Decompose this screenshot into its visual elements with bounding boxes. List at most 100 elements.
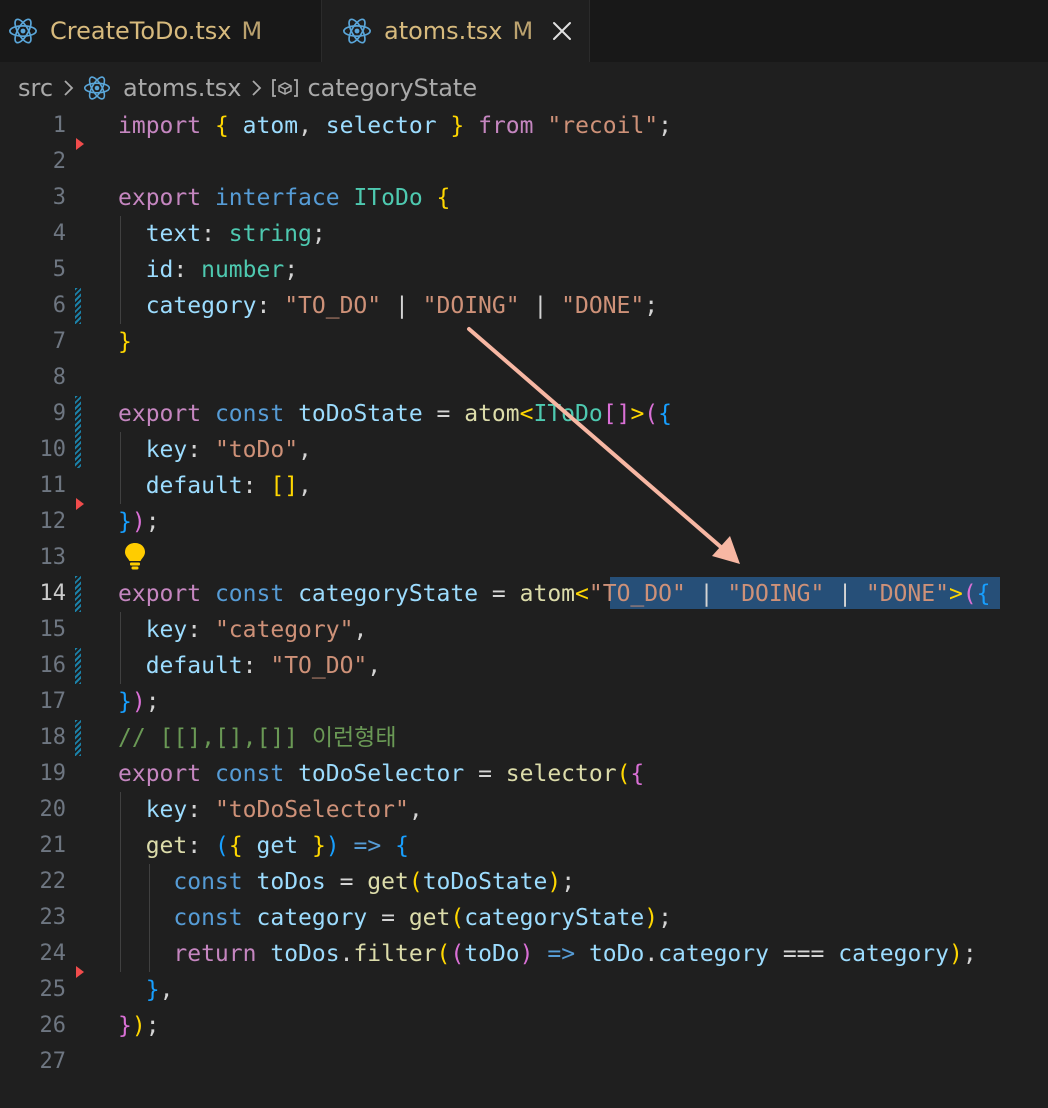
code-token: === [768, 941, 839, 967]
line-number: 13 [39, 545, 67, 570]
code-line[interactable]: 18 // [[],[],[]] 이런형태 [0, 720, 1048, 756]
code-token: , [353, 617, 368, 643]
code-token: , [159, 977, 174, 1003]
code-token: ) [519, 941, 534, 967]
code-line[interactable]: 7} [0, 324, 1048, 360]
code-token: const [214, 761, 285, 787]
code-token: : [242, 473, 271, 499]
code-token: ( [962, 581, 977, 607]
code-line[interactable]: 19 export const toDoSelector = selector({ [0, 756, 1048, 792]
breadcrumb-folder[interactable]: src [18, 74, 53, 102]
code-text: get: ({ get }) => { [118, 828, 409, 864]
code-line[interactable]: 6 category: "TO_DO" | "DOING" | "DONE"; [0, 288, 1048, 324]
code-line[interactable]: 15 key: "category", [0, 612, 1048, 648]
tab-createtodo[interactable]: CreateToDo.tsx M [0, 0, 322, 62]
code-token: : [173, 257, 202, 283]
code-line[interactable]: 23 const category = get(categoryState); [0, 900, 1048, 936]
code-line[interactable]: 24 return toDos.filter((toDo) => toDo.ca… [0, 936, 1048, 972]
code-token: : [242, 653, 271, 679]
code-line[interactable]: 21 get: ({ get }) => { [0, 828, 1048, 864]
breadcrumb-file[interactable]: atoms.tsx [123, 74, 241, 102]
code-text: return toDos.filter((toDo) => toDo.categ… [118, 936, 976, 972]
code-token: : [187, 833, 215, 859]
code-token: const [173, 869, 243, 895]
code-token: } [311, 833, 326, 859]
code-line[interactable]: 12}); [0, 504, 1048, 540]
code-line[interactable]: 8 [0, 360, 1048, 396]
code-token: category [658, 941, 769, 967]
code-token: { [395, 833, 409, 859]
code-line[interactable]: 27 [0, 1044, 1048, 1080]
code-token: , [367, 653, 382, 679]
code-line[interactable]: 14 export const categoryState = atom<"TO_… [0, 576, 1048, 612]
tab-bar: CreateToDo.tsx M atoms.tsx M [0, 0, 1048, 62]
code-token: export [118, 581, 202, 607]
code-token: } [118, 509, 132, 535]
code-token: // [[],[],[]] 이런형태 [118, 725, 397, 751]
code-text: } [118, 324, 132, 360]
code-token: toDoState [422, 869, 548, 895]
line-number: 1 [52, 113, 66, 138]
code-token: { [214, 113, 229, 139]
code-token: } [118, 689, 132, 715]
code-token: [] [602, 401, 631, 427]
line-number: 10 [39, 437, 67, 462]
code-token: { [630, 761, 645, 787]
code-line[interactable]: 5 id: number; [0, 252, 1048, 288]
code-token: export [118, 401, 202, 427]
code-line[interactable]: 1 import { atom, selector } from "recoil"… [0, 108, 1048, 144]
code-token: , [298, 437, 312, 463]
code-line[interactable]: 11 default: [], [0, 468, 1048, 504]
code-token: : [187, 437, 215, 463]
code-token: = [367, 905, 409, 931]
code-token: = [464, 761, 506, 787]
code-line[interactable]: 22 const toDos = get(toDoState); [0, 864, 1048, 900]
breadcrumb-symbol[interactable]: categoryState [307, 74, 477, 102]
code-token: } [450, 113, 465, 139]
code-token: toDoSelector [298, 761, 465, 787]
code-token: category [838, 941, 949, 967]
code-token: | [381, 293, 423, 319]
code-token: selector [325, 113, 437, 139]
line-number: 9 [52, 401, 66, 426]
code-line[interactable]: 16 default: "TO_DO", [0, 648, 1048, 684]
code-line[interactable]: 26}); [0, 1008, 1048, 1044]
code-line[interactable]: 4 text: string; [0, 216, 1048, 252]
code-token: } [118, 1013, 132, 1039]
code-line[interactable]: 13 [0, 540, 1048, 576]
code-token: "DONE" [865, 581, 949, 607]
code-line[interactable]: 10 key: "toDo", [0, 432, 1048, 468]
code-token: toDos [256, 869, 326, 895]
code-line[interactable]: 3 export interface IToDo { [0, 180, 1048, 216]
code-token: categoryState [298, 581, 479, 607]
code-line[interactable]: 25 }, [0, 972, 1048, 1008]
tab-filename: CreateToDo.tsx [50, 17, 232, 45]
code-editor[interactable]: 1 import { atom, selector } from "recoil"… [0, 108, 1048, 1108]
close-icon[interactable] [551, 20, 573, 42]
tab-bar-empty-space[interactable] [590, 0, 1048, 62]
code-line[interactable]: 9 export const toDoState = atom<IToDo[]>(… [0, 396, 1048, 432]
code-token: , [298, 113, 326, 139]
code-line[interactable]: 17}); [0, 684, 1048, 720]
tab-atoms[interactable]: atoms.tsx M [322, 0, 590, 62]
modified-indicator: M [512, 17, 534, 45]
code-token: default [145, 653, 243, 679]
code-token: import [118, 113, 202, 139]
code-token: string [228, 221, 312, 247]
code-line[interactable]: 20 key: "toDoSelector", [0, 792, 1048, 828]
code-token: toDos [270, 941, 340, 967]
code-line[interactable]: 2 [0, 144, 1048, 180]
code-token: number [201, 257, 285, 283]
